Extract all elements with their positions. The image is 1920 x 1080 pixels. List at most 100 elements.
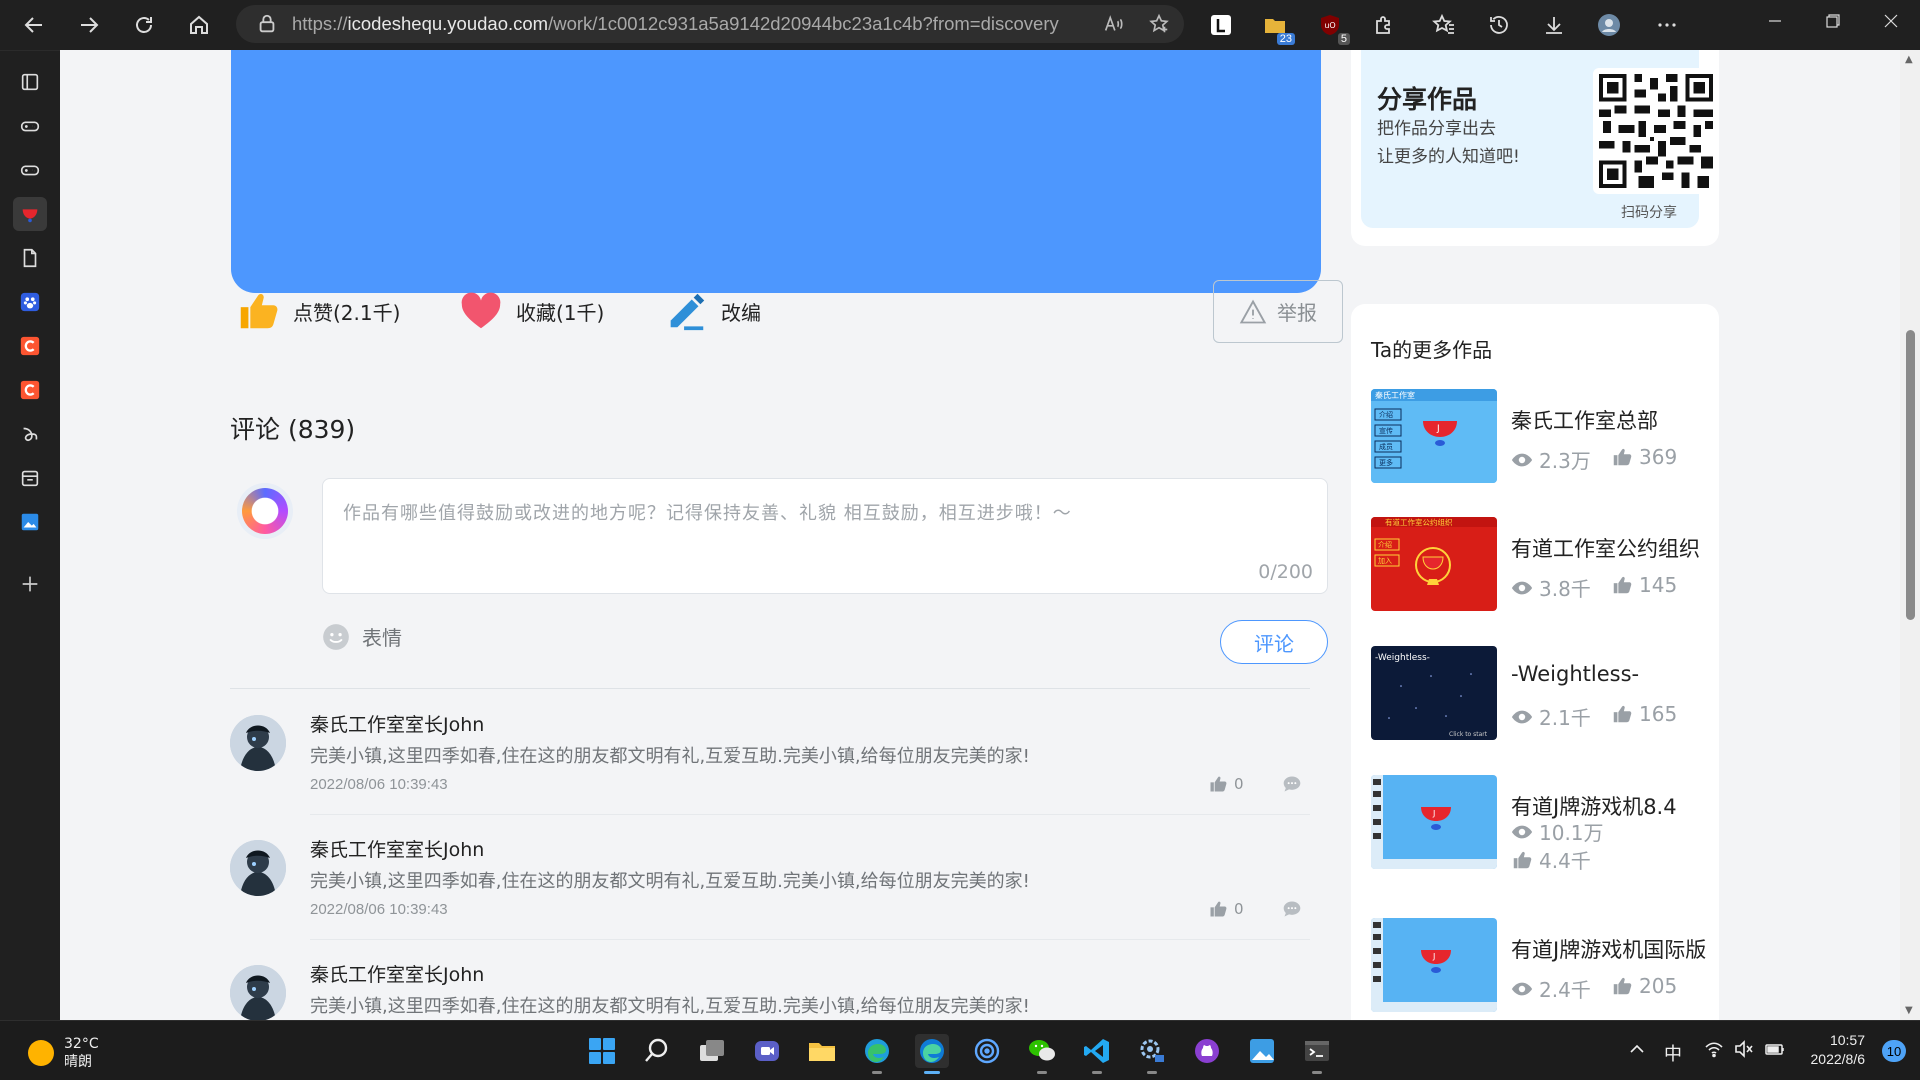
sidebar-item-document[interactable]	[13, 241, 47, 275]
tray-volume[interactable]	[1734, 1040, 1754, 1063]
work-thumbnail[interactable]: 有道工作室公约组织 介绍 加入	[1371, 517, 1497, 611]
taskbar-edge-active[interactable]	[915, 1034, 949, 1074]
sidebar-item-csdn[interactable]	[13, 329, 47, 363]
settings-menu-button[interactable]	[1655, 13, 1679, 37]
comment-like-button[interactable]: 0	[1208, 899, 1244, 919]
commenter-name[interactable]: 秦氏工作室室长John	[310, 835, 484, 862]
taskbar-remote-app[interactable]	[970, 1034, 1004, 1068]
page-scrollbar[interactable]: ▲ ▼	[1900, 50, 1920, 1020]
remix-button[interactable]: 改编	[663, 286, 761, 336]
extension-ublock[interactable]: uO 5	[1318, 13, 1350, 45]
sidebar-item-games[interactable]	[13, 109, 47, 143]
running-indicator	[1037, 1071, 1047, 1074]
emoji-button[interactable]: 表情	[322, 622, 402, 651]
scrollbar-thumb[interactable]	[1906, 330, 1915, 620]
work-title[interactable]: 秦氏工作室总部	[1511, 405, 1658, 435]
minimize-button[interactable]	[1768, 12, 1782, 33]
sidebar-item-photos[interactable]	[13, 505, 47, 539]
comment-reply-button[interactable]	[1282, 774, 1302, 798]
back-button[interactable]	[12, 3, 56, 47]
edge-browser-icon	[865, 1039, 889, 1063]
taskbar-task-view[interactable]	[695, 1034, 729, 1068]
work-preview-stage[interactable]	[231, 50, 1321, 293]
history-button[interactable]	[1487, 13, 1511, 37]
commenter-avatar[interactable]	[230, 965, 286, 1020]
favorites-button[interactable]	[1432, 13, 1456, 37]
taskbar-vscode[interactable]	[1080, 1034, 1114, 1074]
downloads-button[interactable]	[1542, 13, 1566, 37]
sidebar-item-youdao[interactable]	[13, 197, 47, 231]
taskbar-search[interactable]	[640, 1034, 674, 1068]
comment-reply-button[interactable]	[1282, 899, 1302, 923]
comment-input[interactable]: 作品有哪些值得鼓励或改进的地方呢？记得保持友善、礼貌 相互鼓励，相互进步哦！～ …	[322, 478, 1328, 594]
running-indicator	[1092, 1071, 1102, 1074]
refresh-button[interactable]	[122, 3, 166, 47]
report-button[interactable]: 举报	[1213, 280, 1343, 343]
profile-button[interactable]	[1597, 13, 1621, 37]
like-button[interactable]: 点赞(2.1千)	[235, 286, 400, 336]
work-thumbnail[interactable]: J	[1371, 775, 1497, 869]
work-item[interactable]: 秦氏工作室 介绍 宣传 成员 更多 J 秦氏工作室总部 2.3万 369	[1371, 389, 1711, 485]
scroll-down-icon[interactable]: ▼	[1905, 1005, 1913, 1016]
ime-indicator[interactable]: 中	[1664, 1040, 1682, 1066]
heart-icon	[461, 292, 501, 329]
work-item[interactable]: J 有道J牌游戏机8.4 10.1万 4.4千	[1371, 775, 1711, 873]
work-thumbnail[interactable]: J	[1371, 918, 1497, 1012]
comment-like-count: 0	[1234, 900, 1244, 918]
sidebar-item-csdn-2[interactable]	[13, 373, 47, 407]
comment-like-button[interactable]: 0	[1208, 774, 1244, 794]
extensions-button[interactable]	[1372, 13, 1396, 37]
sidebar-item-games-2[interactable]	[13, 153, 47, 187]
work-title[interactable]: -Weightless-	[1511, 662, 1639, 686]
tray-overflow-button[interactable]	[1628, 1040, 1646, 1063]
forward-button[interactable]	[67, 3, 111, 47]
address-bar[interactable]: https://icodeshequ.youdao.com/work/1c001…	[236, 5, 1184, 43]
home-button[interactable]	[177, 3, 221, 47]
close-button[interactable]	[1884, 12, 1898, 33]
taskbar-github-desktop[interactable]	[1190, 1034, 1224, 1068]
commenter-name[interactable]: 秦氏工作室室长John	[310, 710, 484, 737]
work-title[interactable]: 有道J牌游戏机国际版	[1511, 934, 1706, 964]
chevron-up-icon	[1630, 1044, 1644, 1053]
maximize-button[interactable]	[1826, 12, 1840, 33]
extension-leetcode[interactable]	[1209, 13, 1233, 37]
sidebar-add-button[interactable]	[13, 567, 47, 601]
work-thumbnail[interactable]: 秦氏工作室 介绍 宣传 成员 更多 J	[1371, 389, 1497, 483]
weather-widget[interactable]: 32°C 晴朗	[28, 1035, 99, 1071]
refresh-icon	[136, 17, 152, 33]
sidebar-item-translate[interactable]	[13, 417, 47, 451]
sidebar-item-calendar[interactable]	[13, 461, 47, 495]
taskbar-edge-beta[interactable]	[860, 1034, 894, 1074]
work-item[interactable]: -Weightless- Click to start -Weightless-…	[1371, 646, 1711, 742]
taskbar-teams-chat[interactable]	[750, 1034, 784, 1068]
taskbar-clock[interactable]: 10:57 2022/8/6	[1811, 1031, 1866, 1069]
read-aloud-icon[interactable]	[1102, 13, 1124, 35]
arrow-left-icon	[24, 17, 42, 33]
extension-folder[interactable]: 23	[1263, 13, 1295, 45]
tray-battery[interactable]	[1764, 1040, 1786, 1063]
favorite-button[interactable]: 收藏(1千)	[458, 286, 604, 336]
sidebar-tab-actions[interactable]	[13, 65, 47, 99]
add-favorite-icon[interactable]	[1148, 13, 1170, 35]
taskbar-photos[interactable]	[1245, 1034, 1279, 1068]
work-item[interactable]: 有道工作室公约组织 介绍 加入 有道工作室公约组织 3.8千 145	[1371, 517, 1711, 613]
start-button[interactable]	[585, 1034, 619, 1068]
search-icon	[645, 1038, 668, 1062]
work-title[interactable]: 有道工作室公约组织	[1511, 533, 1700, 563]
commenter-name[interactable]: 秦氏工作室室长John	[310, 960, 484, 987]
work-item[interactable]: J 有道J牌游戏机国际版 2.4千 205	[1371, 918, 1711, 1014]
tray-network[interactable]	[1704, 1040, 1724, 1063]
home-icon	[190, 15, 208, 34]
scroll-up-icon[interactable]: ▲	[1905, 54, 1913, 65]
submit-comment-button[interactable]: 评论	[1220, 620, 1328, 664]
taskbar-settings-app[interactable]	[1135, 1034, 1169, 1074]
sidebar-item-baidu[interactable]	[13, 285, 47, 319]
work-thumbnail[interactable]: -Weightless- Click to start	[1371, 646, 1497, 740]
taskbar-wechat[interactable]	[1025, 1034, 1059, 1074]
taskbar-terminal[interactable]	[1300, 1034, 1334, 1074]
tab-actions-icon	[21, 73, 39, 91]
taskbar-file-explorer[interactable]	[805, 1034, 839, 1068]
commenter-avatar[interactable]	[230, 715, 286, 771]
notification-badge[interactable]: 10	[1882, 1040, 1906, 1062]
commenter-avatar[interactable]	[230, 840, 286, 896]
